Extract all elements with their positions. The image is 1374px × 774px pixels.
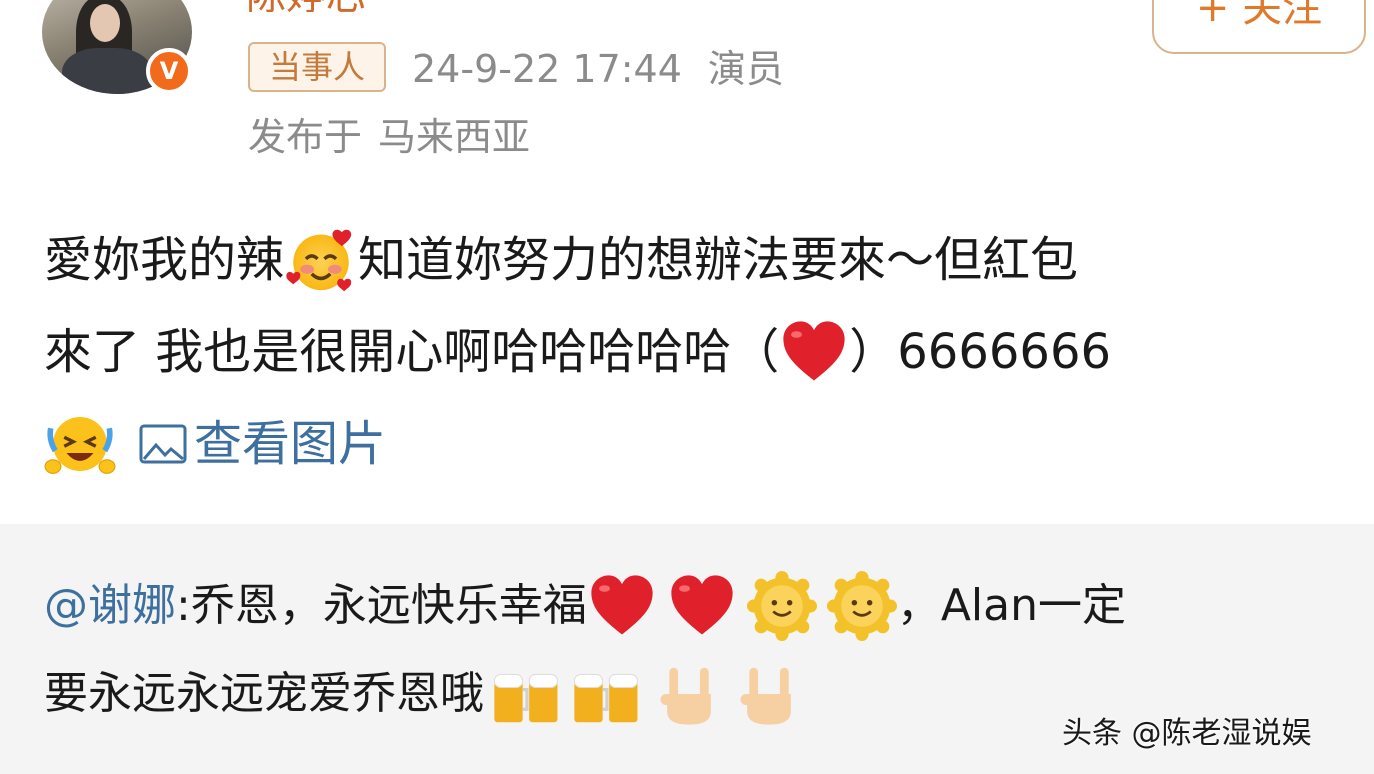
- post-text-2a: 來了 我也是很開心啊哈哈哈哈哈（: [44, 324, 780, 380]
- post-text-1a: 愛妳我的辣: [44, 232, 285, 288]
- follow-label: + 关注: [1195, 0, 1323, 31]
- image-icon: [139, 424, 187, 464]
- sun-face-icon: [826, 571, 897, 641]
- location-name: 马来西亚: [378, 115, 531, 159]
- mention-link[interactable]: @谢娜: [44, 562, 176, 650]
- rock-hand-icon: [660, 667, 711, 725]
- verified-badge-icon: V: [146, 48, 192, 94]
- post-timestamp: 24-9-22 17:44: [412, 47, 682, 91]
- sun-face-icon: [746, 571, 817, 641]
- author-role: 演员: [707, 47, 784, 91]
- party-tag: 当事人: [248, 42, 386, 92]
- view-pictures-link[interactable]: 查看图片: [138, 398, 386, 490]
- smiling-face-with-hearts-icon: [286, 229, 352, 292]
- author-name[interactable]: 陈婷芯: [246, 0, 466, 12]
- beer-mugs-icon: [573, 673, 639, 723]
- post-header: V 陈婷芯 + 关注 当事人 24-9-22 17:44 演员 发布于马来西亚: [0, 0, 1374, 190]
- crying-laughing-hands-icon: [44, 417, 116, 474]
- rock-hand-icon: [740, 667, 791, 725]
- beer-mugs-icon: [493, 673, 559, 723]
- post-location: 发布于 马来西亚: [248, 110, 530, 164]
- location-prefix: 发布于: [248, 115, 363, 159]
- post-text-1b: 知道妳努力的想辦法要來～但紅包: [358, 232, 1079, 288]
- repost-text-c: 要永远永远宠爱乔恩哦: [44, 668, 484, 719]
- repost-text-b: ，Alan一定: [896, 580, 1127, 631]
- repost-text-a: :乔恩，永远快乐幸福: [176, 580, 587, 631]
- red-heart-icon: [783, 321, 845, 381]
- red-heart-icon: [591, 575, 653, 635]
- view-pictures-label: 查看图片: [194, 416, 387, 472]
- post-line-1: 愛妳我的辣 知道妳努力的想辦法要來～但紅包: [44, 214, 1344, 306]
- post-line-3: 查看图片: [44, 398, 1344, 490]
- post-body: 愛妳我的辣 知道妳努力的想辦法要來～但紅包 來了 我也是很開心啊哈哈哈哈哈（ ）…: [44, 214, 1344, 490]
- repost-line-1: @谢娜 :乔恩，永远快乐幸福 ，Alan一定: [44, 562, 1354, 650]
- red-heart-icon: [671, 575, 733, 635]
- post-text-2b: ）6666666: [849, 324, 1112, 380]
- post-line-2: 來了 我也是很開心啊哈哈哈哈哈（ ）6666666: [44, 306, 1344, 398]
- follow-button[interactable]: + 关注: [1152, 0, 1366, 54]
- source-watermark: 头条 @陈老湿说娱: [1062, 716, 1312, 751]
- post-meta: 24-9-22 17:44 演员: [412, 44, 784, 94]
